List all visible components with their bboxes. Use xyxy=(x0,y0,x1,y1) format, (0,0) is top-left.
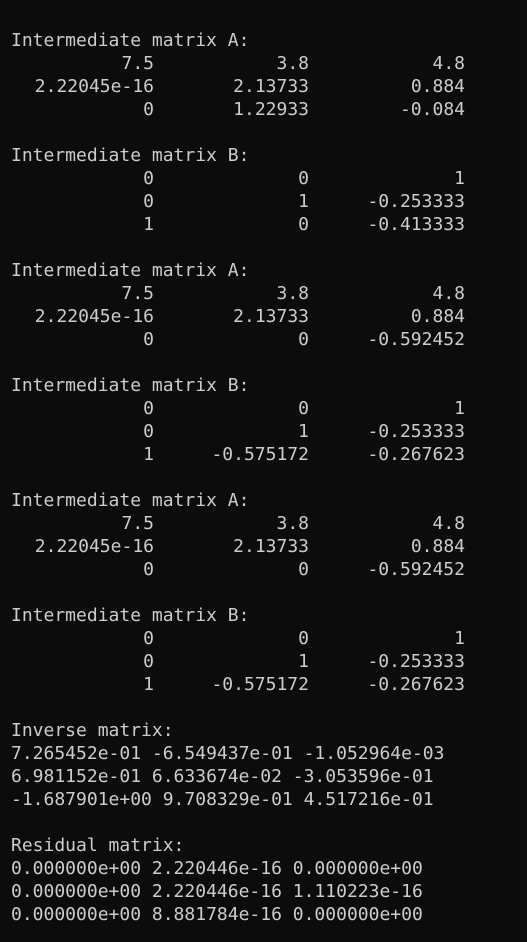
matrix-cell: 2.13733 xyxy=(233,536,309,557)
matrix-cell: -0.575172 xyxy=(211,444,309,465)
matrix-block-b: Intermediate matrix B: 0 0 1 0 1 -0.2533… xyxy=(0,604,527,696)
matrix-cell: -0.592452 xyxy=(367,559,465,580)
matrix-cell: -0.253333 xyxy=(367,651,465,672)
matrix-cell: 1 xyxy=(143,674,154,695)
matrix-cell: 3.8 xyxy=(276,513,309,534)
matrix-cell: 0.884 xyxy=(410,76,465,97)
matrix-cell: 0 xyxy=(298,168,309,189)
matrix-cell: 7.5 xyxy=(121,283,154,304)
matrix-block-a: Intermediate matrix A: 7.5 3.8 4.8 2.220… xyxy=(0,489,527,581)
output-line: 0.000000e+00 2.220446e-16 0.000000e+00 xyxy=(11,858,423,879)
matrix-cell: 4.8 xyxy=(432,283,465,304)
output-line: 6.981152e-01 6.633674e-02 -3.053596e-01 xyxy=(11,766,434,787)
matrix-cell: 0 xyxy=(298,559,309,580)
block-title: Residual matrix: xyxy=(11,835,185,856)
matrix-cell: -0.267623 xyxy=(367,674,465,695)
matrix-cell: 0 xyxy=(143,398,154,419)
residual-matrix-block: Residual matrix: 0.000000e+00 2.220446e-… xyxy=(0,834,527,926)
matrix-row: 0 1.22933 -0.084 xyxy=(0,98,527,121)
matrix-cell: 0 xyxy=(298,329,309,350)
matrix-row: 1 -0.575172 -0.267623 xyxy=(0,443,527,466)
matrix-row: 1 -0.575172 -0.267623 xyxy=(0,673,527,696)
matrix-cell: 0.884 xyxy=(410,536,465,557)
matrix-row: 1 0 -0.413333 xyxy=(0,213,527,236)
matrix-cell: 2.13733 xyxy=(233,76,309,97)
matrix-cell: 1.22933 xyxy=(233,99,309,120)
matrix-row: 2.22045e-16 2.13733 0.884 xyxy=(0,305,527,328)
matrix-cell: -0.253333 xyxy=(367,191,465,212)
block-title: Intermediate matrix A: xyxy=(11,490,250,511)
matrix-row: 7.5 3.8 4.8 xyxy=(0,52,527,75)
block-title: Intermediate matrix B: xyxy=(11,605,250,626)
matrix-cell: 1 xyxy=(454,168,465,189)
matrix-cell: 1 xyxy=(298,191,309,212)
matrix-cell: 0 xyxy=(143,191,154,212)
block-title: Intermediate matrix A: xyxy=(11,30,250,51)
matrix-cell: 0 xyxy=(143,421,154,442)
matrix-row: 0 0 1 xyxy=(0,627,527,650)
matrix-cell: 0 xyxy=(143,628,154,649)
matrix-cell: 0 xyxy=(298,398,309,419)
matrix-cell: -0.413333 xyxy=(367,214,465,235)
matrix-cell: 0 xyxy=(143,651,154,672)
matrix-row: 0 0 1 xyxy=(0,167,527,190)
matrix-row: 2.22045e-16 2.13733 0.884 xyxy=(0,535,527,558)
matrix-cell: -0.084 xyxy=(399,99,465,120)
matrix-cell: 0.884 xyxy=(410,306,465,327)
matrix-cell: 0 xyxy=(143,168,154,189)
matrix-cell: 3.8 xyxy=(276,53,309,74)
matrix-row: 0 1 -0.253333 xyxy=(0,190,527,213)
matrix-cell: 0 xyxy=(298,214,309,235)
inverse-matrix-block: Inverse matrix: 7.265452e-01 -6.549437e-… xyxy=(0,719,527,811)
matrix-cell: -0.253333 xyxy=(367,421,465,442)
matrix-cell: 0 xyxy=(143,559,154,580)
matrix-cell: 7.5 xyxy=(121,513,154,534)
matrix-cell: 1 xyxy=(143,444,154,465)
terminal-window[interactable]: Intermediate matrix A: 7.5 3.8 4.8 2.220… xyxy=(0,0,527,942)
matrix-cell: 4.8 xyxy=(432,513,465,534)
matrix-row: 0 1 -0.253333 xyxy=(0,650,527,673)
matrix-cell: 1 xyxy=(454,628,465,649)
matrix-block-b: Intermediate matrix B: 0 0 1 0 1 -0.2533… xyxy=(0,374,527,466)
matrix-cell: -0.592452 xyxy=(367,329,465,350)
matrix-row: 7.5 3.8 4.8 xyxy=(0,512,527,535)
block-title: Inverse matrix: xyxy=(11,720,174,741)
matrix-row: 0 0 -0.592452 xyxy=(0,558,527,581)
matrix-cell: 0 xyxy=(143,99,154,120)
output-line: 0.000000e+00 8.881784e-16 0.000000e+00 xyxy=(11,904,423,925)
output-line: 0.000000e+00 2.220446e-16 1.110223e-16 xyxy=(11,881,423,902)
matrix-cell: -0.267623 xyxy=(367,444,465,465)
matrix-row: 7.5 3.8 4.8 xyxy=(0,282,527,305)
matrix-cell: 4.8 xyxy=(432,53,465,74)
output-line: 7.265452e-01 -6.549437e-01 -1.052964e-03 xyxy=(11,743,445,764)
matrix-block-a: Intermediate matrix A: 7.5 3.8 4.8 2.220… xyxy=(0,29,527,121)
block-title: Intermediate matrix B: xyxy=(11,375,250,396)
matrix-cell: 2.13733 xyxy=(233,306,309,327)
matrix-cell: -0.575172 xyxy=(211,674,309,695)
matrix-block-a: Intermediate matrix A: 7.5 3.8 4.8 2.220… xyxy=(0,259,527,351)
matrix-cell: 7.5 xyxy=(121,53,154,74)
matrix-row: 0 0 1 xyxy=(0,397,527,420)
matrix-cell: 1 xyxy=(298,651,309,672)
matrix-row: 0 1 -0.253333 xyxy=(0,420,527,443)
matrix-cell: 0 xyxy=(298,628,309,649)
output-line: -1.687901e+00 9.708329e-01 4.517216e-01 xyxy=(11,789,434,810)
matrix-row: 2.22045e-16 2.13733 0.884 xyxy=(0,75,527,98)
matrix-cell: 2.22045e-16 xyxy=(34,536,154,557)
matrix-cell: 2.22045e-16 xyxy=(34,306,154,327)
matrix-cell: 1 xyxy=(454,398,465,419)
matrix-cell: 0 xyxy=(143,329,154,350)
block-title: Intermediate matrix A: xyxy=(11,260,250,281)
block-title: Intermediate matrix B: xyxy=(11,145,250,166)
matrix-cell: 1 xyxy=(298,421,309,442)
matrix-cell: 3.8 xyxy=(276,283,309,304)
matrix-block-b: Intermediate matrix B: 0 0 1 0 1 -0.2533… xyxy=(0,144,527,236)
matrix-row: 0 0 -0.592452 xyxy=(0,328,527,351)
matrix-cell: 1 xyxy=(143,214,154,235)
matrix-cell: 2.22045e-16 xyxy=(34,76,154,97)
